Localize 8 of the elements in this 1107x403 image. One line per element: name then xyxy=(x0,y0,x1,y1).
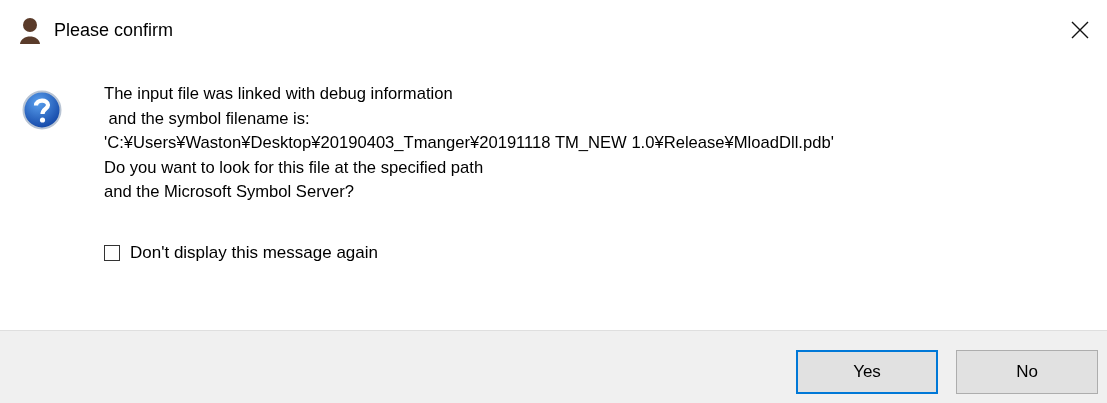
question-icon xyxy=(22,90,62,130)
avatar-icon xyxy=(18,16,42,44)
dialog-button[interactable]: No xyxy=(956,350,1098,394)
window-title: Please confirm xyxy=(54,19,174,41)
dialog-button[interactable]: Yes xyxy=(796,350,938,394)
checkbox[interactable]: Don't display this message again xyxy=(104,242,834,263)
message-text: The input file was linked with debug information and the symbol filename is: 'C:¥Users¥Waston¥Desktop¥20190403_Tmanger¥20191118 TM_NEW 1.0¥Release¥MloadDll.pdb' Do you want to look for this file at the specified path and the Microsoft Symbol Server? xyxy=(104,83,834,203)
close-icon[interactable] xyxy=(1071,21,1089,39)
